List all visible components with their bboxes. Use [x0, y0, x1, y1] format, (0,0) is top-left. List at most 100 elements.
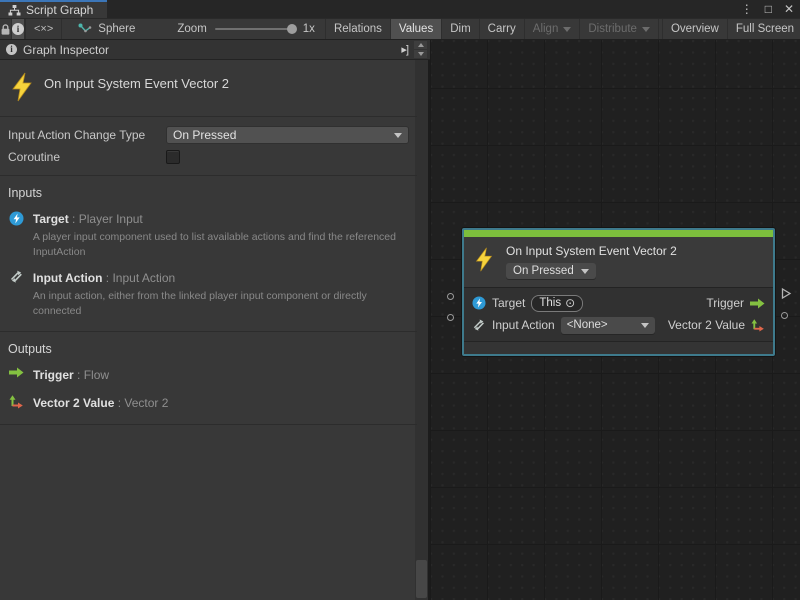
carry-button[interactable]: Carry [480, 19, 525, 39]
toolbar: i <×> Sphere Zoom 1x Relat [0, 18, 800, 40]
relations-button[interactable]: Relations [326, 19, 391, 39]
change-type-dropdown[interactable]: On Pressed [166, 126, 409, 144]
align-button: Align [525, 19, 581, 39]
target-object-field[interactable]: This ⊙ [531, 295, 583, 312]
target-input-port[interactable] [447, 293, 454, 300]
window-maximize-icon[interactable]: □ [763, 2, 774, 16]
graph-reference[interactable]: Sphere [62, 19, 151, 39]
graph-name-label: Sphere [98, 23, 135, 35]
io-description: An input action, either from the linked … [33, 289, 409, 318]
node-accent-bar [464, 230, 773, 237]
player-input-icon [9, 211, 24, 259]
io-type: Input Action [112, 271, 175, 285]
io-type: Vector 2 [124, 396, 168, 410]
code-view-button[interactable]: <×> [26, 19, 62, 39]
script-graph-window: Script Graph ⋮ □ ✕ i <×> [0, 0, 800, 600]
window-menu-icon[interactable]: ⋮ [739, 2, 755, 16]
object-picker-icon[interactable]: ⊙ [565, 297, 575, 309]
node-title-block: On Input System Event Vector 2 [0, 60, 417, 117]
inspector-body: On Input System Event Vector 2 Input Act… [0, 60, 417, 600]
io-type: Flow [84, 368, 109, 382]
chevron-down-icon [642, 27, 650, 32]
node-header[interactable]: On Input System Event Vector 2 On Presse… [464, 237, 773, 288]
io-name: Vector 2 Value [33, 396, 114, 410]
coroutine-checkbox[interactable] [166, 150, 180, 164]
input-action-dropdown[interactable]: <None> [561, 317, 655, 334]
zoom-value: 1x [303, 23, 315, 35]
trigger-port-label: Trigger [706, 296, 744, 310]
vector2-port-label: Vector 2 Value [668, 318, 745, 332]
flow-arrow-icon [750, 298, 765, 309]
zoom-slider-knob[interactable] [287, 24, 297, 34]
target-port-label: Target [492, 296, 525, 310]
chevron-down-icon [641, 323, 649, 328]
inputs-section: Inputs Target : Player Input [0, 176, 417, 332]
on-input-system-event-node[interactable]: On Input System Event Vector 2 On Presse… [462, 228, 775, 356]
titlebar: Script Graph ⋮ □ ✕ [0, 0, 800, 18]
input-action-icon [472, 319, 486, 331]
trigger-output-port[interactable] [780, 287, 792, 300]
zoom-label: Zoom [177, 23, 206, 35]
inspector-header: i Graph Inspector ▸] [0, 40, 430, 60]
inputs-header: Inputs [8, 186, 409, 200]
outputs-header: Outputs [8, 342, 409, 356]
code-view-icon: <×> [34, 23, 53, 35]
values-button[interactable]: Values [391, 19, 442, 39]
triangle-up-icon [418, 43, 424, 47]
inspector-header-label: Graph Inspector [23, 43, 109, 57]
lock-icon [0, 23, 11, 36]
chevron-down-icon [581, 269, 589, 274]
node-settings-block: Input Action Change Type On Pressed Coro… [0, 117, 417, 176]
scroll-down-button[interactable] [414, 50, 427, 58]
list-item: Vector 2 Value : Vector 2 [8, 394, 409, 412]
input-action-port-label: Input Action [492, 318, 555, 332]
io-name: Target [33, 212, 69, 226]
vector2-output-port[interactable] [781, 312, 788, 319]
list-item: Input Action : Input Action An input act… [8, 269, 409, 318]
vector2-icon [751, 319, 765, 332]
overview-button[interactable]: Overview [662, 19, 728, 39]
chevron-down-icon [563, 27, 571, 32]
port-circle-icon [447, 314, 454, 321]
io-name: Trigger [33, 368, 74, 382]
tab-script-graph[interactable]: Script Graph [0, 0, 107, 18]
io-description: A player input component used to list av… [33, 230, 409, 259]
dock-panel-icon[interactable]: ▸] [401, 43, 408, 56]
graph-canvas[interactable]: On Input System Event Vector 2 On Presse… [430, 40, 800, 600]
scrollbar-thumb[interactable] [416, 560, 427, 598]
chevron-down-icon [394, 133, 402, 138]
lock-button[interactable] [0, 19, 12, 39]
full-screen-button[interactable]: Full Screen [728, 19, 800, 39]
inspector-node-title: On Input System Event Vector 2 [44, 72, 229, 91]
inspector-steppers [414, 41, 427, 59]
event-lightning-icon [10, 72, 34, 102]
info-icon: i [12, 23, 24, 35]
list-item: Target : Player Input A player input com… [8, 210, 409, 259]
io-type: Player Input [79, 212, 143, 226]
node-ports-area: Target This ⊙ Trigger [464, 288, 773, 341]
vector2-icon [9, 395, 24, 412]
distribute-button: Distribute [580, 19, 659, 39]
toolbar-right-group: Relations Values Dim Carry Align Distrib… [325, 19, 800, 39]
input-action-icon [9, 270, 24, 318]
input-action-input-port[interactable] [447, 314, 454, 321]
player-input-icon [472, 296, 486, 310]
node-mode-dropdown[interactable]: On Pressed [506, 263, 596, 279]
dim-button[interactable]: Dim [442, 19, 479, 39]
zoom-control: Zoom 1x [151, 19, 325, 39]
inspector-toggle-button[interactable]: i [12, 19, 25, 39]
event-lightning-icon [474, 244, 494, 279]
outputs-section: Outputs Trigger : Flow [0, 332, 417, 425]
graph-inspector-panel: i Graph Inspector ▸] On Input System Eve… [0, 40, 430, 600]
change-type-value: On Pressed [173, 128, 236, 142]
window-close-icon[interactable]: ✕ [782, 2, 796, 16]
node-footer [464, 341, 773, 354]
zoom-slider[interactable] [215, 28, 295, 30]
port-circle-icon [447, 293, 454, 300]
coroutine-label: Coroutine [8, 150, 166, 164]
scroll-up-button[interactable] [414, 41, 427, 49]
list-item: Trigger : Flow [8, 366, 409, 384]
flow-arrow-icon [9, 367, 24, 384]
node-row-inputaction-vector2: Input Action <None> Vector 2 Value [472, 314, 765, 336]
node-title: On Input System Event Vector 2 [506, 244, 677, 258]
